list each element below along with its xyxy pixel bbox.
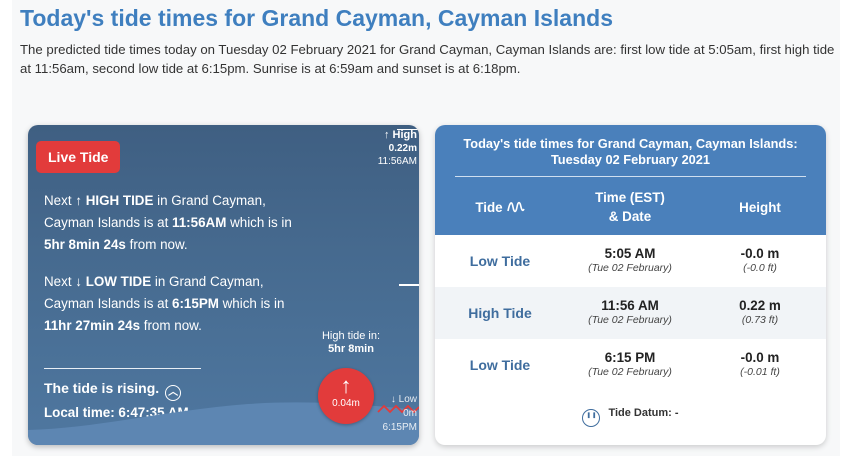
high-tide-in-label: High tide in: — [321, 330, 381, 342]
tide-time: 6:15 PM — [604, 350, 656, 365]
live-tide-badge: Live Tide — [36, 141, 121, 173]
tide-height-m: -0.0 m — [740, 350, 780, 365]
tide-height-m: -0.0 m — [740, 246, 780, 261]
high-tide-in-value: 5hr 8min — [328, 343, 374, 355]
current-tide-height: 0.04m — [332, 398, 360, 409]
tide-datum-label: Tide Datum: — [608, 407, 672, 419]
next-high-countdown: 5hr 8min 24s — [44, 237, 126, 252]
high-marker: ↑ High 0.22m 11:56AM — [378, 129, 417, 168]
table-row: High Tide 11:56 AM (Tue 02 February) 0.22… — [435, 287, 826, 339]
column-header-height: Height — [739, 200, 781, 215]
column-header-time-line1: Time (EST) — [595, 190, 665, 205]
column-header-tide-label: Tide — [475, 200, 503, 215]
arrow-up-small-icon: ↑ — [383, 129, 390, 141]
high-marker-text: High — [392, 129, 417, 141]
column-header-tide: Tide — [455, 198, 545, 217]
low-marker-time: 6:15PM — [382, 422, 417, 433]
next-low-suffix: from now. — [140, 318, 202, 333]
low-marker: ↓ Low 0m 6:15PM — [383, 393, 417, 435]
tide-time-cell: 5:05 AM (Tue 02 February) — [565, 245, 695, 275]
next-low-mid2: which is in — [218, 296, 285, 311]
next-high-suffix: from now. — [125, 237, 188, 252]
next-low-time: 6:15PM — [172, 296, 219, 311]
tide-datum[interactable]: ╹╹ Tide Datum: - — [435, 407, 826, 427]
arrow-down-small-icon: ↓ — [390, 394, 396, 405]
tide-height-ft: (-0.01 ft) — [740, 366, 780, 378]
tide-height-m: 0.22 m — [739, 298, 781, 313]
table-row: Low Tide 6:15 PM (Tue 02 February) -0.0 m… — [435, 339, 826, 391]
tide-table-title-line2: Tuesday 02 February 2021 — [550, 152, 711, 167]
next-low-prefix: Next — [44, 274, 76, 289]
arrow-down-icon: ↓ — [75, 274, 82, 289]
tide-table-title-line1: Today's tide times for Grand Cayman, Cay… — [463, 136, 798, 151]
tide-table-header: Today's tide times for Grand Cayman, Cay… — [435, 125, 826, 235]
gauge-icon: ╹╹ — [582, 409, 601, 427]
column-header-time: Time (EST) & Date — [565, 188, 695, 226]
tide-table-title: Today's tide times for Grand Cayman, Cay… — [435, 136, 826, 168]
arrow-up-icon: ↑ — [75, 193, 82, 208]
high-marker-time: 11:56AM — [377, 156, 417, 167]
current-level-line — [399, 284, 419, 286]
next-low-label: LOW TIDE — [85, 274, 152, 289]
low-marker-label: ↓ Low — [383, 393, 417, 407]
tide-type: High Tide — [468, 305, 532, 321]
tide-date: (Tue 02 February) — [588, 262, 672, 274]
tide-date: (Tue 02 February) — [588, 366, 672, 378]
next-high-prefix: Next — [44, 193, 76, 208]
intro-text: The predicted tide times today on Tuesda… — [20, 42, 835, 76]
next-low-text: Next ↓ LOW TIDE in Grand Cayman, Cayman … — [44, 271, 304, 337]
page-title: Today's tide times for Grand Cayman, Cay… — [20, 5, 613, 31]
next-high-label: HIGH TIDE — [85, 193, 154, 208]
tide-type: Low Tide — [469, 357, 531, 373]
low-marker-height: 0m — [403, 408, 417, 419]
header-divider — [455, 176, 806, 177]
tide-datum-value: - — [674, 407, 679, 419]
live-tide-panel: Live Tide Next ↑ HIGH TIDE in Grand Caym… — [28, 125, 419, 445]
high-tide-countdown: High tide in: 5hr 8min — [318, 330, 384, 356]
next-high-time: 11:56AM — [172, 215, 227, 230]
tide-time: 5:05 AM — [604, 246, 656, 261]
tide-height-ft: (-0.0 ft) — [743, 262, 777, 274]
tide-height-cell: -0.0 m (-0.01 ft) — [715, 349, 805, 379]
table-row: Low Tide 5:05 AM (Tue 02 February) -0.0 m… — [435, 235, 826, 287]
high-marker-label: ↑ High — [378, 129, 417, 142]
current-tide-indicator: ↑ 0.04m — [318, 368, 374, 424]
tide-time: 11:56 AM — [601, 298, 659, 313]
tide-time-cell: 6:15 PM (Tue 02 February) — [565, 349, 695, 379]
tide-height-ft: (0.73 ft) — [741, 314, 779, 326]
panel-divider — [44, 368, 201, 369]
arrow-up-large-icon: ↑ — [340, 373, 352, 398]
high-marker-height: 0.22m — [388, 143, 417, 154]
tide-wave-icon — [506, 201, 525, 213]
tide-date: (Tue 02 February) — [588, 314, 672, 326]
tide-table-card: Today's tide times for Grand Cayman, Cay… — [435, 125, 826, 445]
next-low-countdown: 11hr 27min 24s — [44, 318, 141, 333]
next-high-text: Next ↑ HIGH TIDE in Grand Cayman, Cayman… — [44, 190, 304, 256]
tide-height-cell: -0.0 m (-0.0 ft) — [715, 245, 805, 275]
tide-time-cell: 11:56 AM (Tue 02 February) — [565, 297, 695, 327]
column-header-time-line2: & Date — [608, 209, 652, 224]
low-marker-text: Low — [398, 394, 417, 405]
tide-height-cell: 0.22 m (0.73 ft) — [715, 297, 805, 327]
next-high-mid2: which is in — [226, 215, 292, 230]
tide-type: Low Tide — [469, 253, 531, 269]
